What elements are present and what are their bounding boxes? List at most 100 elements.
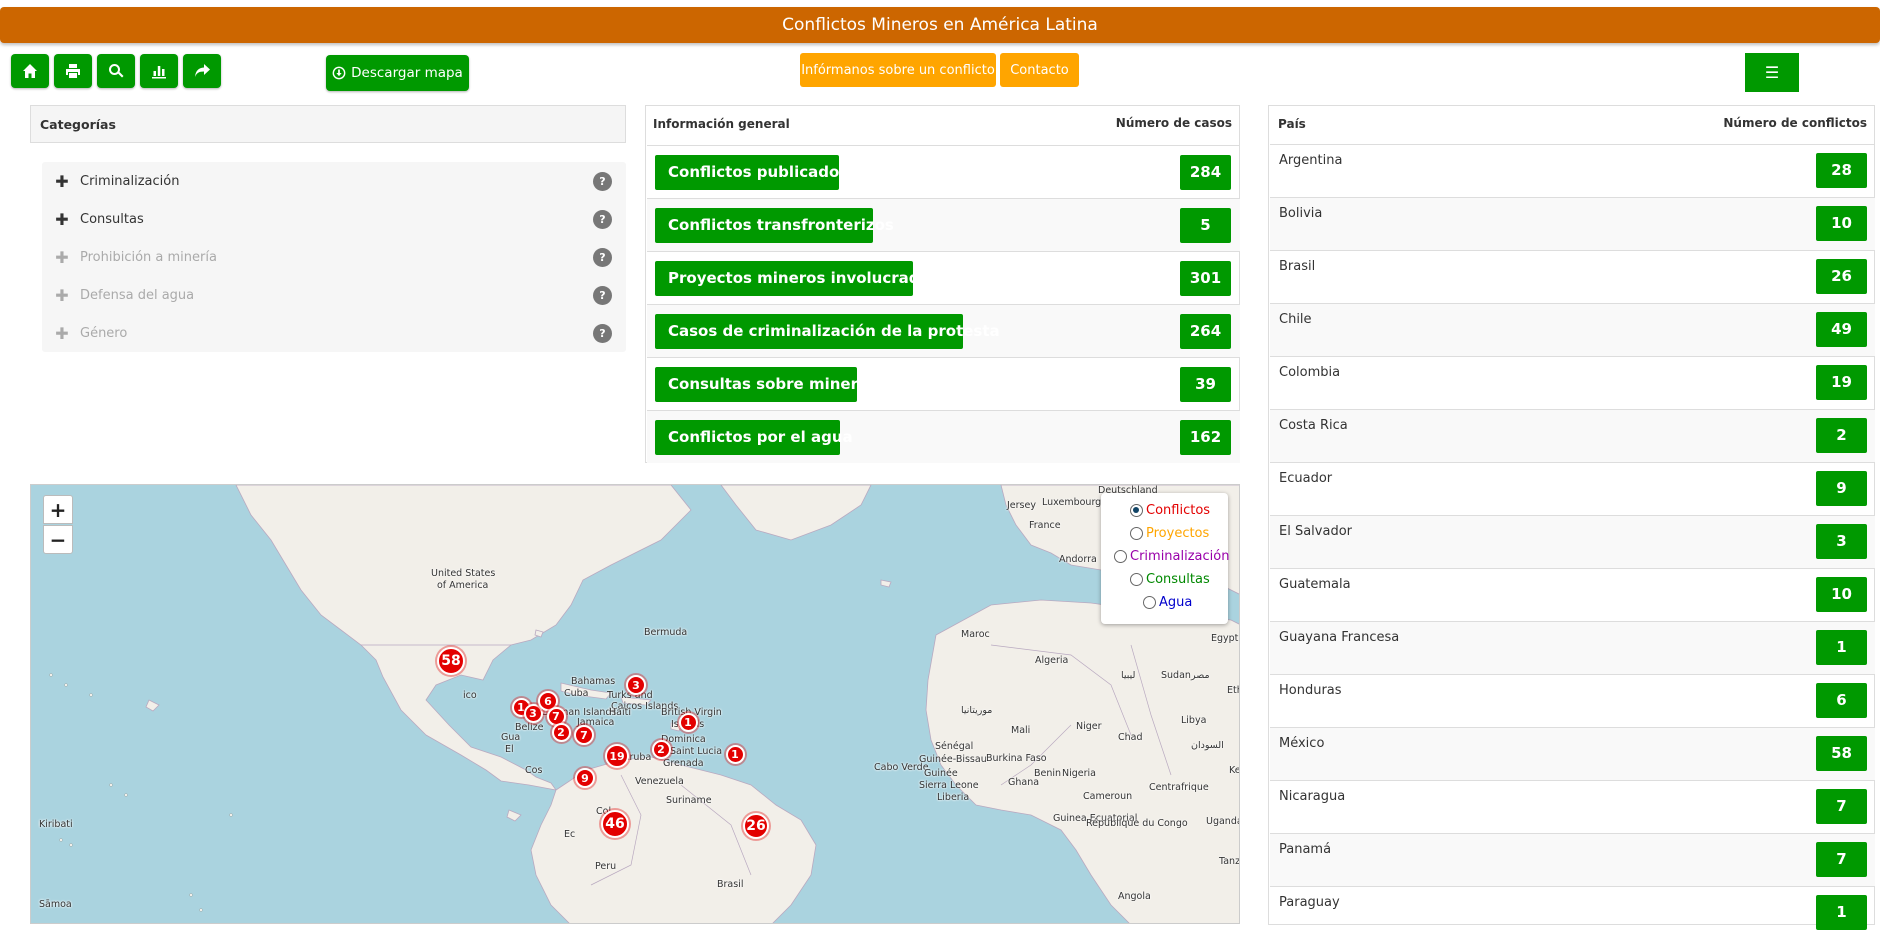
layer-radio[interactable] (1130, 527, 1143, 540)
category-label: Criminalización (80, 173, 180, 189)
general-info-label[interactable]: Conflictos transfronterizos (655, 208, 894, 243)
category-item[interactable]: ✚ Género? (42, 318, 626, 348)
statistics-button[interactable] (140, 54, 178, 88)
map-label: السودان (1191, 740, 1224, 751)
conflict-cluster[interactable]: 46 (601, 810, 629, 838)
country-row[interactable]: Guayana Francesa 1 (1270, 621, 1875, 674)
map-label: Uganda (1206, 816, 1240, 827)
general-info-count: 5 (1180, 208, 1231, 243)
map-label: Centrafrique (1149, 782, 1209, 793)
general-info-label[interactable]: Casos de criminalización de la protesta (655, 314, 1000, 349)
zoom-in-button[interactable]: + (43, 495, 73, 524)
download-map-button[interactable]: Descargar mapa (326, 55, 469, 91)
categories-list: ✚ Criminalización? ✚ Consultas? ✚ Prohibición… (42, 162, 626, 352)
country-row[interactable]: Guatemala 10 (1270, 568, 1875, 621)
map-label: Gua (501, 732, 521, 743)
category-label: Género (80, 325, 128, 341)
country-row[interactable]: Bolivia 10 (1270, 197, 1875, 250)
print-button[interactable] (54, 54, 92, 88)
map-label: Peru (595, 861, 617, 872)
general-info-row: Conflictos transfronterizos 5 (647, 198, 1240, 251)
map-label: Saint Lucia (670, 746, 723, 757)
home-icon (23, 64, 37, 78)
share-button[interactable] (183, 54, 221, 88)
conflict-cluster[interactable]: 2 (551, 722, 571, 742)
category-item[interactable]: ✚ Prohibición a minería? (42, 242, 626, 272)
layer-radio[interactable] (1114, 550, 1127, 563)
country-name: Brasil (1279, 259, 1316, 274)
map-label: Haiti (609, 707, 631, 718)
layer-label: Proyectos (1146, 526, 1210, 541)
conflict-cluster[interactable]: 26 (743, 813, 769, 839)
category-item[interactable]: ✚ Defensa del agua? (42, 280, 626, 310)
map-label: Jersey (1007, 500, 1036, 511)
country-row[interactable]: Colombia 19 (1270, 356, 1875, 409)
general-info-label[interactable]: Conflictos por el agua (655, 420, 853, 455)
conflict-cluster[interactable]: 7 (574, 725, 594, 745)
help-icon[interactable]: ? (593, 323, 612, 343)
map-label: Sudan (1161, 670, 1191, 681)
country-row[interactable]: Ecuador 9 (1270, 462, 1875, 515)
home-button[interactable] (11, 54, 49, 88)
conflict-map[interactable]: Deutschland Luxembourg Jersey France Andorra… (30, 484, 1240, 924)
map-label: Luxembourg (1042, 497, 1102, 508)
help-icon[interactable]: ? (593, 285, 612, 305)
help-icon[interactable]: ? (593, 247, 612, 267)
country-row[interactable]: Brasil 26 (1270, 250, 1875, 303)
category-item[interactable]: ✚ Consultas? (42, 204, 626, 234)
zoom-out-button[interactable]: − (43, 525, 73, 554)
conflict-cluster[interactable]: 3 (626, 675, 646, 695)
report-conflict-button[interactable]: Infórmanos sobre un conflicto (800, 53, 996, 87)
search-button[interactable] (97, 54, 135, 88)
map-label: Ec (564, 829, 576, 840)
general-info-row: Conflictos publicados 284 (647, 145, 1240, 198)
general-info-label[interactable]: Proyectos mineros involucrados (655, 261, 939, 296)
country-row[interactable]: Honduras 6 (1270, 674, 1875, 727)
country-name: Ecuador (1279, 471, 1333, 486)
country-name: Bolivia (1279, 206, 1323, 221)
conflict-cluster[interactable]: 9 (575, 768, 595, 788)
general-info-label[interactable]: Conflictos publicados (655, 155, 848, 190)
app-title: Conflictos Mineros en América Latina (782, 15, 1098, 35)
country-row[interactable]: México 58 (1270, 727, 1875, 780)
layer-option[interactable]: Criminalización (1114, 549, 1229, 564)
layer-option[interactable]: Consultas (1130, 572, 1210, 587)
conflict-cluster[interactable]: 2 (651, 739, 671, 759)
menu-button[interactable]: ☰ (1745, 53, 1799, 92)
conflict-cluster[interactable]: 58 (437, 647, 465, 675)
conflict-cluster[interactable]: 19 (605, 744, 629, 768)
general-info-label[interactable]: Consultas sobre minería (655, 367, 873, 402)
layer-option[interactable]: Conflictos (1130, 503, 1210, 518)
layer-radio[interactable] (1130, 504, 1143, 517)
country-count: 9 (1816, 471, 1867, 506)
help-icon[interactable]: ? (593, 209, 612, 229)
zoom-out-icon: − (49, 527, 67, 552)
country-name: Guatemala (1279, 577, 1351, 592)
conflict-cluster[interactable]: 1 (678, 712, 698, 732)
layer-radio[interactable] (1143, 596, 1156, 609)
layer-option[interactable]: Proyectos (1130, 526, 1209, 541)
map-label: Angola (1118, 891, 1151, 902)
country-name: Guayana Francesa (1279, 630, 1400, 645)
country-count: 58 (1816, 736, 1867, 771)
country-row[interactable]: Argentina 28 (1270, 144, 1875, 197)
country-row[interactable]: El Salvador 3 (1270, 515, 1875, 568)
conflict-cluster[interactable]: 1 (725, 744, 745, 764)
help-icon[interactable]: ? (593, 171, 612, 191)
country-row[interactable]: Chile 49 (1270, 303, 1875, 356)
country-row[interactable]: Panamá 7 (1270, 833, 1875, 886)
country-count: 1 (1816, 895, 1867, 930)
country-row[interactable]: Nicaragua 7 (1270, 780, 1875, 833)
layer-option[interactable]: Agua (1143, 595, 1192, 610)
contact-button[interactable]: Contacto (1000, 53, 1079, 87)
category-item[interactable]: ✚ Criminalización? (42, 166, 626, 196)
map-label: Benin (1034, 768, 1062, 779)
download-icon (332, 66, 346, 80)
country-row[interactable]: Costa Rica 2 (1270, 409, 1875, 462)
general-info-row: Proyectos mineros involucrados 301 (647, 251, 1240, 304)
map-label: Guinée (924, 768, 958, 779)
layer-radio[interactable] (1130, 573, 1143, 586)
country-row[interactable]: Paraguay 1 (1270, 886, 1875, 939)
country-count: 28 (1816, 153, 1867, 188)
country-count: 49 (1816, 312, 1867, 347)
